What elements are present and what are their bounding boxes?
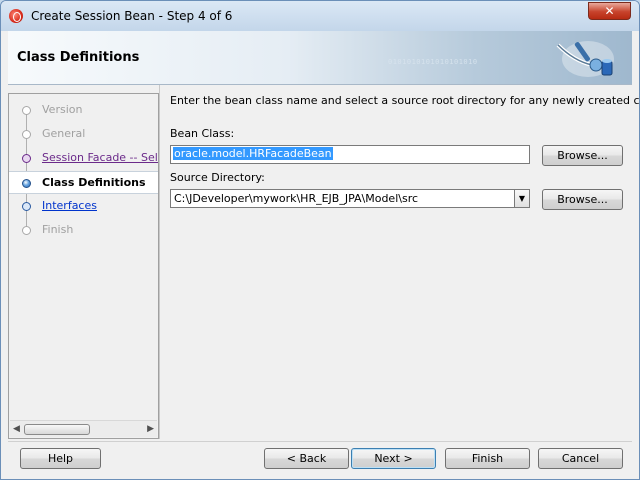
wizard-step-nav: Version General Session Facade -- Select… [8,93,159,439]
close-button[interactable]: ✕ [588,2,631,20]
content-panel: Enter the bean class name and select a s… [159,85,639,439]
page-title: Class Definitions [17,50,140,65]
source-directory-browse-button[interactable]: Browse... [542,189,623,210]
nav-step-session-facade[interactable]: Session Facade -- Select [9,148,158,168]
wizard-graphic-icon [556,41,614,77]
dropdown-arrow-icon[interactable]: ▼ [514,190,529,207]
nav-step-label[interactable]: Session Facade -- Select [42,151,158,164]
footer-divider [8,441,632,442]
bean-class-browse-button[interactable]: Browse... [542,145,623,166]
nav-horizontal-scrollbar[interactable]: ◀ ▶ [10,420,157,437]
nav-step-label: Class Definitions [42,176,146,189]
step-circle-icon [22,130,31,139]
scroll-left-icon[interactable]: ◀ [13,424,20,434]
nav-step-version: Version [9,100,158,120]
title-bar: Create Session Bean - Step 4 of 6 ✕ [1,1,639,31]
nav-step-class-definitions[interactable]: Class Definitions [9,171,158,194]
help-button[interactable]: Help [20,448,101,469]
scrollbar-thumb[interactable] [24,424,90,435]
cancel-button[interactable]: Cancel [538,448,623,469]
source-directory-combo[interactable]: C:\JDeveloper\mywork\HR_EJB_JPA\Model\sr… [170,189,530,208]
dialog-window: Create Session Bean - Step 4 of 6 ✕ Clas… [0,0,640,480]
bean-class-input[interactable]: oracle.model.HRFacadeBean [170,145,530,164]
step-circle-icon [22,226,31,235]
next-button[interactable]: Next > [351,448,436,469]
step-circle-icon [22,154,31,163]
nav-step-label: Version [42,103,83,116]
instructions-text: Enter the bean class name and select a s… [170,94,640,107]
nav-step-interfaces[interactable]: Interfaces [9,196,158,216]
nav-step-label: General [42,127,86,140]
source-directory-label: Source Directory: [170,171,265,184]
nav-step-label[interactable]: Interfaces [42,199,97,212]
back-button[interactable]: < Back [264,448,349,469]
source-directory-value: C:\JDeveloper\mywork\HR_EJB_JPA\Model\sr… [174,192,419,205]
oracle-app-icon [9,9,23,23]
finish-button[interactable]: Finish [445,448,530,469]
bean-class-value: oracle.model.HRFacadeBean [173,147,333,160]
window-title: Create Session Bean - Step 4 of 6 [31,9,233,23]
bean-class-label: Bean Class: [170,127,235,140]
wizard-header: Class Definitions 0101010101010101010 [8,31,632,85]
nav-step-finish: Finish [9,220,158,240]
current-step-icon [22,179,31,188]
step-circle-icon [22,202,31,211]
step-circle-icon [22,106,31,115]
scroll-right-icon[interactable]: ▶ [147,424,154,434]
nav-step-label: Finish [42,223,74,236]
nav-step-general: General [9,124,158,144]
header-binary-decoration: 0101010101010101010 [388,58,478,66]
